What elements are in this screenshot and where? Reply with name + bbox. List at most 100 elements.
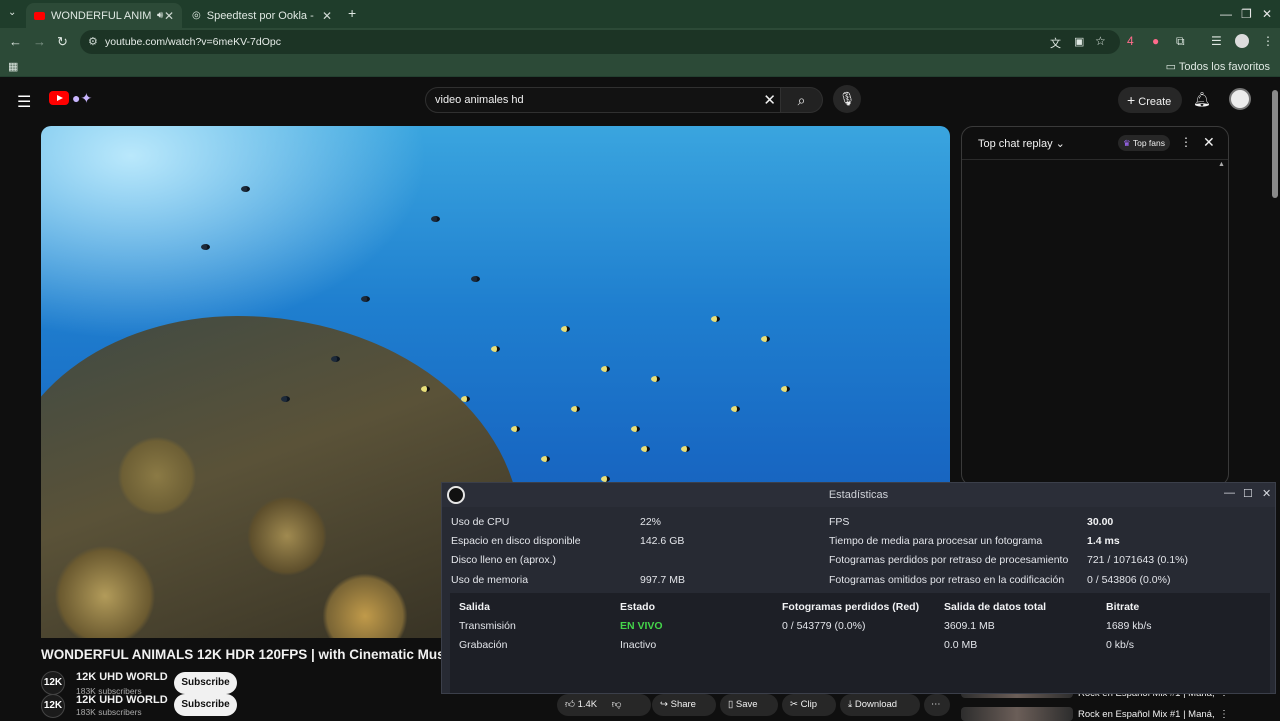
- scissors-icon: ✂: [790, 699, 798, 710]
- outputs-table: Salida Estado Fotogramas perdidos (Red) …: [450, 593, 1270, 693]
- video-frame-fish: [431, 216, 440, 222]
- obs-minimize-icon[interactable]: —: [1224, 487, 1235, 499]
- reading-list-icon[interactable]: ☰: [1211, 34, 1222, 48]
- profile-avatar[interactable]: [1235, 34, 1249, 48]
- account-avatar[interactable]: [1229, 88, 1251, 110]
- restore-icon[interactable]: ❐: [1241, 7, 1252, 21]
- recommendation-thumbnail[interactable]: [961, 707, 1073, 721]
- channel-name[interactable]: 12K UHD WORLD: [76, 694, 168, 706]
- new-tab-button[interactable]: +: [348, 5, 356, 21]
- table-cell: Inactivo: [620, 639, 657, 651]
- share-button[interactable]: ↪ Share: [652, 694, 716, 716]
- stat-label: Uso de memoria: [451, 574, 529, 586]
- bookmark-star-icon[interactable]: ☆: [1095, 34, 1106, 48]
- recommendation-title[interactable]: Rock en Español Mix #1 | Maná,: [1078, 709, 1215, 720]
- search-input[interactable]: video animales hd ✕: [425, 87, 781, 113]
- clip-button[interactable]: ✂ Clip: [782, 694, 836, 716]
- youtube-logo[interactable]: [49, 91, 69, 105]
- bookmarks-bar: ▦ ▭ Todos los favoritos: [0, 56, 1280, 77]
- create-label: Create: [1138, 96, 1172, 108]
- notifications-bell-icon[interactable]: 🔔︎: [1193, 91, 1211, 108]
- window-close-icon[interactable]: ✕: [1262, 7, 1272, 21]
- stat-label: Disco lleno en (aprox.): [451, 554, 557, 566]
- video-frame-fish: [241, 186, 250, 192]
- video-frame-fish: [761, 336, 770, 342]
- chat-scroll-up-icon[interactable]: ▲: [1218, 161, 1225, 168]
- more-actions-button[interactable]: ⋯: [924, 694, 950, 716]
- tab-title: Speedtest por Ookla - La: [206, 9, 317, 22]
- chat-close-icon[interactable]: ✕: [1203, 134, 1215, 151]
- table-header: Bitrate: [1106, 601, 1140, 613]
- search-icon: ⌕: [797, 92, 806, 108]
- tab-speedtest[interactable]: ◎ Speedtest por Ookla - La ✕: [184, 3, 340, 28]
- download-button[interactable]: ⤓ Download: [840, 694, 920, 716]
- tab-audio-icon[interactable]: 🔊︎: [157, 10, 163, 21]
- stat-value: 30.00: [1087, 516, 1114, 528]
- video-frame-fish: [641, 446, 650, 452]
- obs-close-icon[interactable]: ✕: [1262, 487, 1271, 500]
- reload-icon[interactable]: ↻: [57, 34, 68, 50]
- share-icon: ↪: [660, 699, 668, 710]
- video-frame-fish: [201, 244, 210, 250]
- youtube-doodle-icon[interactable]: ●✦: [72, 90, 92, 107]
- channel-avatar[interactable]: 12K: [41, 694, 65, 718]
- extension-record-icon[interactable]: ●: [1152, 34, 1159, 48]
- search-button[interactable]: ⌕: [781, 87, 823, 113]
- back-icon[interactable]: ←: [9, 34, 22, 49]
- page-scrollbar[interactable]: [1272, 90, 1278, 198]
- download-label: Download: [854, 699, 898, 710]
- tab-close-icon[interactable]: ✕: [164, 9, 174, 23]
- voice-search-button[interactable]: 🎙︎: [833, 85, 861, 113]
- obs-titlebar[interactable]: Estadísticas — ☐ ✕: [442, 483, 1275, 507]
- table-cell: 1689 kb/s: [1106, 620, 1152, 632]
- create-button[interactable]: + Create: [1118, 87, 1182, 113]
- table-header: Estado: [620, 601, 656, 613]
- table-cell: 0 kb/s: [1106, 639, 1135, 651]
- extension-4-icon[interactable]: 4: [1127, 34, 1134, 48]
- channel-avatar[interactable]: 12K: [41, 671, 65, 695]
- apps-grid-icon[interactable]: ▦: [8, 60, 18, 73]
- chat-header: Top chat replay ⌄ ♛ Top fans ⋮ ✕: [962, 127, 1228, 160]
- thumbs-down-icon[interactable]: 👎︎: [612, 699, 622, 710]
- folder-icon: ▭: [1165, 61, 1177, 73]
- channel-name[interactable]: 12K UHD WORLD: [76, 671, 168, 683]
- recommendation-more-icon[interactable]: ⋮: [1219, 709, 1229, 720]
- cast-icon[interactable]: ▣: [1074, 35, 1084, 48]
- address-bar[interactable]: ⚙ youtube.com/watch?v=6meKV-7dOpc 文 ▣ ☆: [80, 30, 1120, 54]
- tab-close-icon[interactable]: ✕: [322, 9, 332, 23]
- video-frame-fish: [541, 456, 550, 462]
- translate-icon[interactable]: 文: [1050, 35, 1061, 51]
- like-button[interactable]: 👍︎ 1.4K 👎︎: [557, 694, 651, 716]
- clear-search-icon[interactable]: ✕: [763, 91, 776, 109]
- chrome-menu-icon[interactable]: ⋮: [1262, 34, 1274, 48]
- stat-label: Tiempo de media para procesar un fotogra…: [829, 535, 1043, 547]
- chat-mode-dropdown[interactable]: Top chat replay ⌄: [978, 137, 1065, 150]
- tab-search-chevron-icon[interactable]: ⌄: [8, 7, 16, 18]
- top-fans-button[interactable]: ♛ Top fans: [1118, 135, 1170, 151]
- video-frame-fish: [601, 366, 610, 372]
- site-info-icon[interactable]: ⚙: [88, 35, 98, 48]
- table-cell: Transmisión: [459, 620, 516, 632]
- subscribe-button[interactable]: Subscribe: [174, 672, 237, 694]
- stat-label: Uso de CPU: [451, 516, 510, 528]
- stat-label: Fotogramas omitidos por retraso en la co…: [829, 574, 1065, 586]
- save-button[interactable]: ▯ Save: [720, 694, 778, 716]
- bookmarks-folder[interactable]: ▭ Todos los favoritos: [1166, 60, 1270, 73]
- chat-more-icon[interactable]: ⋮: [1180, 135, 1192, 149]
- table-header: Fotogramas perdidos (Red): [782, 601, 920, 613]
- video-frame-fish: [471, 276, 480, 282]
- subscribe-button[interactable]: Subscribe: [174, 694, 237, 716]
- video-frame-fish: [331, 356, 340, 362]
- video-frame-fish: [421, 386, 430, 392]
- video-frame-fish: [781, 386, 790, 392]
- obs-maximize-icon[interactable]: ☐: [1243, 487, 1253, 500]
- extensions-puzzle-icon[interactable]: ⧉: [1176, 34, 1185, 49]
- hamburger-menu-icon[interactable]: ☰: [17, 92, 31, 112]
- youtube-header: ☰ ●✦ video animales hd ✕ ⌕ 🎙︎ + Create 🔔…: [0, 78, 1268, 123]
- tab-youtube[interactable]: WONDERFUL ANIMA 🔊︎ ✕: [26, 3, 182, 28]
- stat-value: 1.4 ms: [1087, 535, 1120, 547]
- forward-icon[interactable]: →: [33, 34, 46, 49]
- minimize-icon[interactable]: —: [1220, 7, 1232, 21]
- url-text[interactable]: youtube.com/watch?v=6meKV-7dOpc: [105, 36, 281, 48]
- search-query[interactable]: video animales hd: [435, 94, 524, 106]
